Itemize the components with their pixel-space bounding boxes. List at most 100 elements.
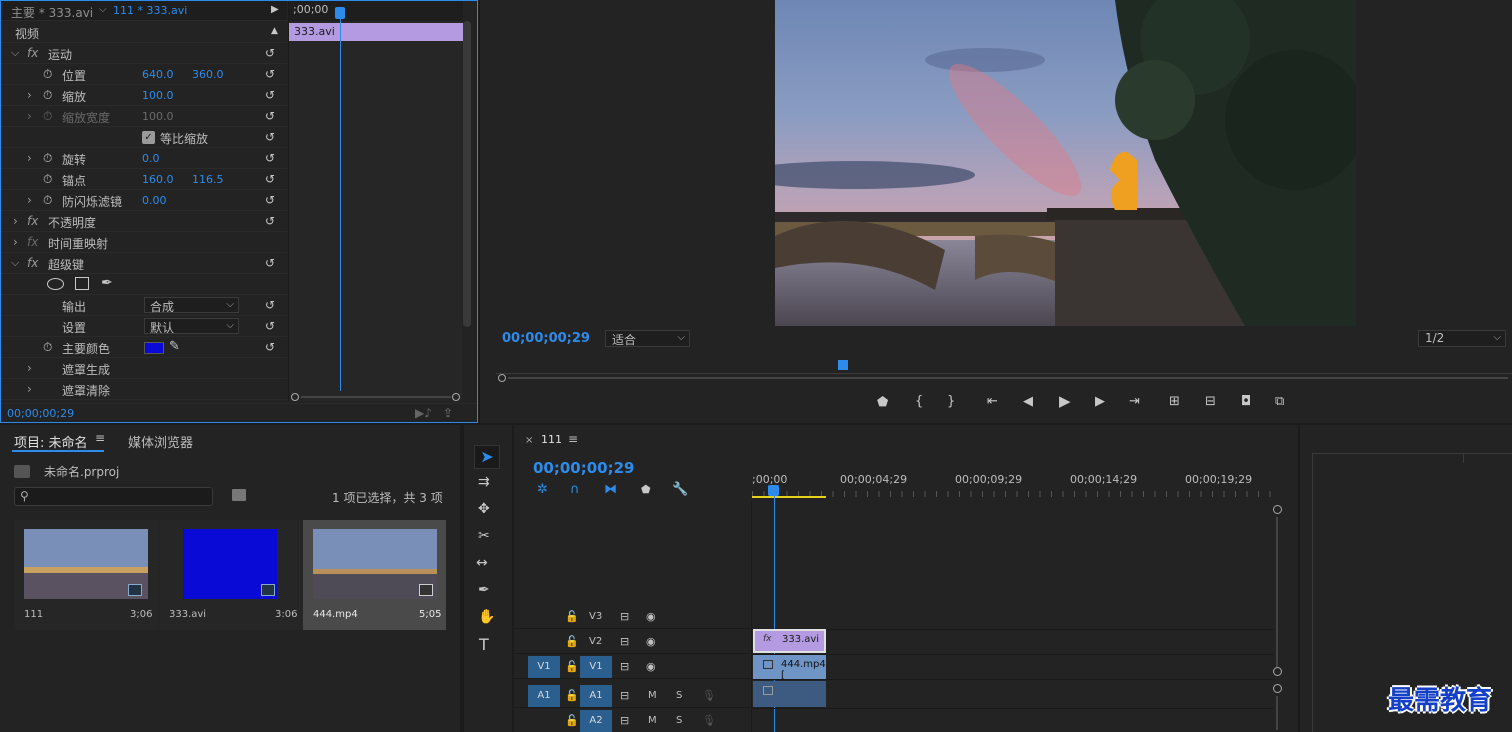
opacity-row[interactable]: › fx 不透明度 ↺	[1, 211, 287, 232]
sync-lock-icon[interactable]: ⊟	[620, 660, 629, 673]
pen-tool-icon[interactable]: ✒	[478, 583, 490, 597]
chevron-right-icon[interactable]: ›	[27, 382, 32, 396]
zoom-handle-left[interactable]	[498, 374, 506, 382]
track-target-v1[interactable]: V1	[580, 656, 612, 678]
media-browser-tab[interactable]: 媒体浏览器	[128, 432, 193, 451]
eye-icon[interactable]: ◉	[646, 610, 656, 623]
source-patch-a1[interactable]: A1	[528, 685, 560, 707]
stopwatch-icon[interactable]: ⏱	[43, 151, 52, 166]
eyedropper-icon[interactable]: ✎	[169, 339, 180, 354]
type-tool-icon[interactable]: T	[479, 637, 489, 653]
fit-select[interactable]: 适合 ⌵	[605, 330, 690, 347]
filter-icon[interactable]: ▶♪	[415, 406, 432, 420]
program-zoom-bar[interactable]	[496, 374, 1512, 382]
compare-view-icon[interactable]: ⧉	[1275, 395, 1284, 408]
sync-lock-icon[interactable]: ⊟	[620, 635, 629, 648]
eye-icon[interactable]: ◉	[646, 635, 656, 648]
marker-icon[interactable]: ⬟	[877, 396, 888, 409]
stopwatch-icon[interactable]: ⏱	[43, 172, 52, 187]
playhead-handle[interactable]	[335, 7, 345, 19]
program-video-frame[interactable]	[775, 0, 1356, 326]
solo-button[interactable]: S	[676, 690, 682, 701]
step-back-icon[interactable]: ◀	[1023, 395, 1033, 408]
scale-value[interactable]: 100.0	[142, 89, 174, 102]
reset-icon[interactable]: ↺	[265, 340, 275, 354]
anti-flicker-value[interactable]: 0.00	[142, 194, 167, 207]
rotation-value[interactable]: 0.0	[142, 152, 160, 165]
setting-select[interactable]: 默认 ⌵	[144, 318, 239, 335]
reset-icon[interactable]: ↺	[265, 130, 275, 144]
wrench-icon[interactable]: 🔧	[672, 483, 688, 496]
mark-out-icon[interactable]: }	[947, 395, 955, 408]
chevron-down-icon[interactable]: ⌵	[11, 256, 19, 270]
stopwatch-icon[interactable]: ⏱	[43, 193, 52, 208]
sync-lock-icon[interactable]: ⊟	[620, 714, 629, 727]
sync-lock-icon[interactable]: ⊟	[620, 610, 629, 623]
chevron-right-icon[interactable]: ›	[13, 214, 18, 228]
panel-menu-icon[interactable]: ≡	[95, 431, 105, 445]
video-scrollbar[interactable]	[1273, 505, 1283, 676]
reset-icon[interactable]: ↺	[265, 151, 275, 165]
mark-in-icon[interactable]: {	[915, 395, 923, 408]
reset-icon[interactable]: ↺	[265, 214, 275, 228]
linked-selection-icon[interactable]: ⧓	[604, 483, 617, 496]
chevron-right-icon[interactable]: ›	[27, 193, 32, 207]
reset-icon[interactable]: ↺	[265, 193, 275, 207]
reset-icon[interactable]: ↺	[265, 67, 275, 81]
lock-icon[interactable]: 🔓	[565, 660, 579, 673]
razor-tool-icon[interactable]: ✂	[478, 529, 490, 543]
time-remap-row[interactable]: › fx 时间重映射	[1, 232, 287, 253]
resolution-select[interactable]: 1/2 ⌵	[1418, 330, 1506, 347]
solo-button[interactable]: S	[676, 715, 682, 726]
search-input[interactable]: ⚲	[14, 487, 213, 506]
ultra-key-row[interactable]: ⌵ fx 超级键 ↺	[1, 253, 287, 274]
reset-icon[interactable]: ↺	[265, 109, 275, 123]
go-to-in-icon[interactable]: ⇤	[987, 395, 998, 408]
matte-gen-row[interactable]: › 遮罩生成	[1, 358, 287, 379]
scroll-handle-top[interactable]	[1273, 505, 1282, 514]
fx-icon[interactable]: fx	[27, 256, 38, 270]
selection-tool-icon[interactable]: ➤	[474, 445, 500, 469]
microphone-icon[interactable]: 🎙	[702, 689, 716, 702]
microphone-icon[interactable]: 🎙	[702, 714, 716, 727]
matte-clean-row[interactable]: › 遮罩清除	[1, 379, 287, 400]
chevron-down-icon[interactable]: ⌵	[99, 4, 107, 15]
lock-icon[interactable]: 🔓	[565, 714, 579, 727]
sync-lock-icon[interactable]: ⊟	[620, 689, 629, 702]
track-label[interactable]: V2	[589, 636, 602, 647]
ec-vertical-scrollbar[interactable]	[463, 21, 471, 327]
chevron-right-icon[interactable]: ›	[27, 151, 32, 165]
lock-icon[interactable]: 🔓	[565, 635, 579, 648]
mute-button[interactable]: M	[648, 715, 657, 726]
scroll-handle-bottom[interactable]	[1273, 667, 1282, 676]
eye-icon[interactable]: ◉	[646, 660, 656, 673]
sequence-tab[interactable]: 111	[541, 433, 562, 446]
ellipse-mask-icon[interactable]	[47, 278, 64, 290]
nest-icon[interactable]: ✲	[537, 483, 548, 496]
reset-icon[interactable]: ↺	[265, 256, 275, 270]
program-ruler[interactable]	[496, 360, 1512, 374]
project-item-111[interactable]: 111 3;06	[14, 520, 158, 630]
pen-mask-icon[interactable]: ✒	[101, 275, 113, 291]
camera-icon[interactable]: ◘	[1241, 395, 1251, 408]
ec-mini-timeline[interactable]: ;00;00 333.avi	[288, 1, 463, 401]
project-item-333[interactable]: 333.avi 3:06	[159, 520, 303, 630]
ec-scrollbar[interactable]	[289, 393, 463, 401]
reset-icon[interactable]: ↺	[265, 298, 275, 312]
scroll-handle-top[interactable]	[1273, 684, 1282, 693]
mute-button[interactable]: M	[648, 690, 657, 701]
lift-icon[interactable]: ⊞	[1169, 395, 1180, 408]
fx-icon[interactable]: fx	[27, 46, 38, 60]
snap-magnet-icon[interactable]: ∩	[570, 483, 580, 496]
source-patch-v1[interactable]: V1	[528, 656, 560, 678]
track-label[interactable]: V3	[589, 611, 602, 622]
key-color-swatch[interactable]	[144, 342, 164, 354]
position-x-value[interactable]: 640.0	[142, 68, 174, 81]
stopwatch-icon[interactable]: ⏱	[43, 67, 52, 82]
track-target-a1[interactable]: A1	[580, 685, 612, 707]
anchor-y-value[interactable]: 116.5	[192, 173, 224, 186]
export-icon[interactable]: ⇪	[443, 406, 453, 420]
close-icon[interactable]: ×	[525, 435, 533, 446]
track-select-tool-icon[interactable]: ⇉	[478, 475, 490, 489]
ec-tab-clip[interactable]: 111 * 333.avi	[113, 4, 187, 17]
